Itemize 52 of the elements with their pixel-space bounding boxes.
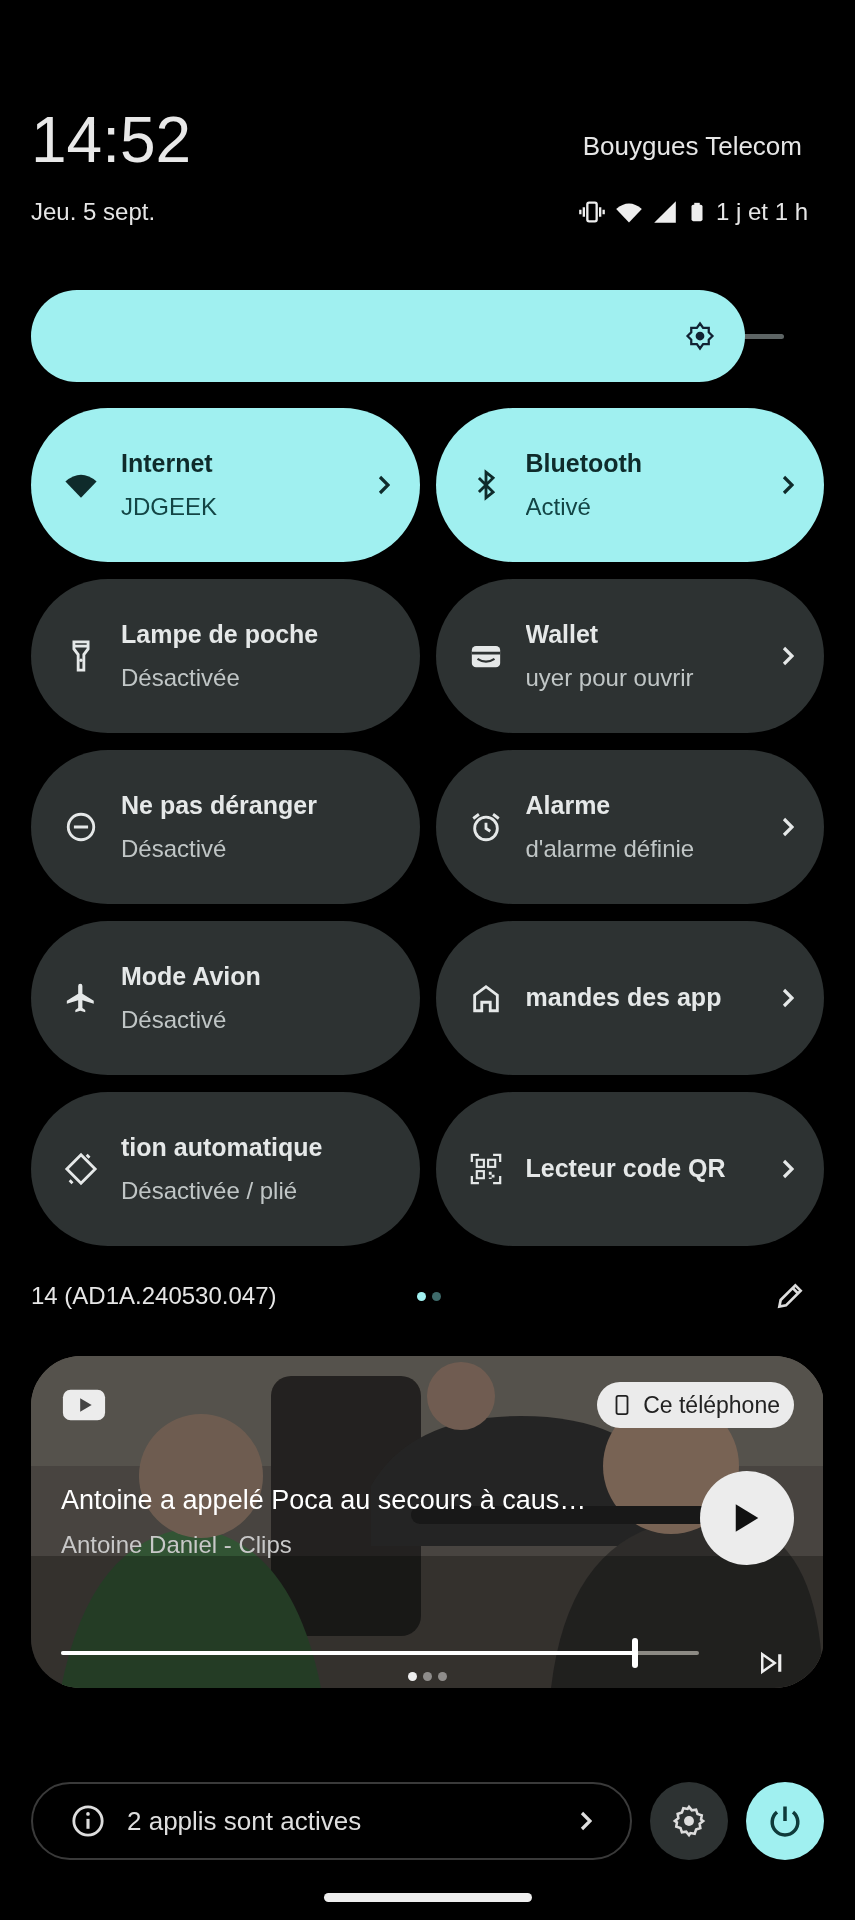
output-device-chip[interactable]: Ce téléphone — [597, 1382, 794, 1428]
media-title: Antoine a appelé Poca au secours à caus… — [61, 1484, 587, 1517]
tile-title: tion automatique — [121, 1132, 323, 1164]
tile-title: mandes des app — [525, 982, 722, 1014]
date: Jeu. 5 sept. — [31, 197, 156, 227]
quick-setting-tile[interactable]: Internet JDGEEK — [31, 408, 420, 562]
rotate-icon — [64, 1152, 98, 1186]
page-dot[interactable] — [417, 1292, 426, 1301]
info-icon — [71, 1804, 105, 1838]
progress-track[interactable] — [61, 1638, 699, 1668]
tile-title: Alarme — [525, 790, 611, 822]
quick-setting-tile[interactable]: mandes des app — [435, 921, 824, 1075]
tile-status: d'alarme définie — [525, 833, 695, 864]
settings-icon — [672, 1804, 706, 1838]
quick-setting-tile[interactable]: Bluetooth Activé — [435, 408, 824, 562]
chevron-right-icon — [580, 1810, 592, 1832]
tile-title: Lampe de poche — [121, 619, 319, 651]
quick-setting-tile[interactable]: Ne pas déranger Désactivé — [31, 750, 420, 904]
tile-status: uyer pour ouvrir — [525, 662, 694, 693]
page-dot[interactable] — [432, 1292, 441, 1301]
tile-title: Wallet — [525, 619, 599, 651]
quick-setting-tile[interactable]: Mode Avion Désactivé — [31, 921, 420, 1075]
page-dot[interactable] — [438, 1672, 447, 1681]
tile-status: Activé — [525, 491, 591, 522]
signal-icon — [651, 199, 678, 225]
quick-setting-tile[interactable]: tion automatique Désactivée / plié — [31, 1092, 420, 1246]
tile-title: Ne pas déranger — [121, 790, 317, 822]
tile-title: Lecteur code QR — [525, 1153, 726, 1185]
power-icon — [770, 1805, 800, 1837]
minus-circle-icon — [64, 810, 98, 844]
media-artist: Antoine Daniel - Clips — [61, 1529, 292, 1560]
quick-setting-tile[interactable]: Wallet uyer pour ouvrir — [435, 579, 824, 733]
tile-status: Désactivé — [121, 1004, 227, 1035]
page-dot[interactable] — [423, 1672, 432, 1681]
tile-status: Désactivée / plié — [121, 1175, 298, 1206]
quick-setting-tile[interactable]: Alarme d'alarme définie — [435, 750, 824, 904]
page-dot[interactable] — [408, 1672, 417, 1681]
clock: 14:52 — [31, 108, 192, 172]
tile-title: Bluetooth — [525, 448, 643, 480]
tile-status: Désactivé — [121, 833, 227, 864]
tile-status: JDGEEK — [121, 491, 218, 522]
brightness-icon — [684, 321, 715, 351]
quick-setting-tile[interactable]: Lecteur code QR — [435, 1092, 824, 1246]
active-apps-button[interactable]: 2 applis sont actives — [31, 1782, 632, 1860]
tile-status: Désactivée — [121, 662, 240, 693]
tile-title: Internet — [121, 448, 213, 480]
carrier-name: Bouygues Telecom — [582, 130, 802, 163]
build-number: 14 (AD1A.240530.047) — [31, 1281, 278, 1311]
tile-title: Mode Avion — [121, 961, 261, 993]
quick-setting-tile[interactable]: Lampe de poche Désactivée — [31, 579, 420, 733]
battery-time: 1 j et 1 h — [715, 197, 808, 227]
qr-code-icon — [468, 1152, 503, 1186]
